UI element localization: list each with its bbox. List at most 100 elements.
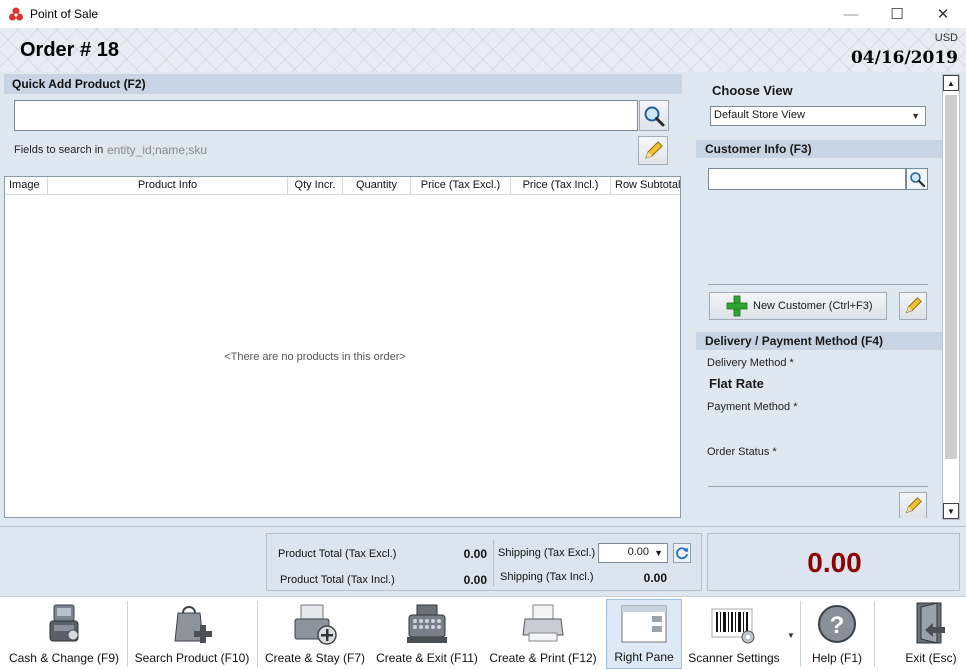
new-customer-button[interactable]: New Customer (Ctrl+F3) <box>709 292 887 320</box>
toolbar-separator <box>874 601 875 667</box>
customer-info-heading: Customer Info (F3) <box>696 140 942 158</box>
order-header: Order # 18 USD 04/16/2019 <box>0 28 966 72</box>
scanner-settings-dropdown-icon[interactable]: ▼ <box>787 631 795 640</box>
column-header[interactable]: Qty Incr. <box>288 177 343 194</box>
currency-label: USD <box>934 32 958 44</box>
barcode-icon <box>711 608 755 644</box>
shipping-excl-select[interactable]: 0.00 ▼ <box>598 543 668 563</box>
minimize-button[interactable]: — <box>828 0 874 28</box>
create-exit-label: Create & Exit (F11) <box>376 651 478 665</box>
shipping-excl-label: Shipping (Tax Excl.) <box>498 547 596 559</box>
order-date: 04/16/2019 <box>850 48 958 68</box>
product-total-excl-label: Product Total (Tax Excl.) <box>278 548 397 560</box>
fields-to-search-label: Fields to search in <box>14 144 104 156</box>
refresh-shipping-button[interactable] <box>673 543 691 563</box>
chevron-down-icon: ▼ <box>911 111 920 121</box>
edit-delivery-button[interactable] <box>899 492 927 518</box>
refresh-icon <box>676 547 688 560</box>
empty-grid-message: <There are no products in this order> <box>224 351 406 363</box>
grand-total-box: 0.00 <box>707 533 960 591</box>
delivery-payment-heading: Delivery / Payment Method (F4) <box>696 332 942 350</box>
order-title: Order # 18 <box>20 39 119 61</box>
cash-register-icon <box>407 604 447 643</box>
grand-total: 0.00 <box>807 547 862 578</box>
help-icon: ? <box>818 605 856 643</box>
column-header[interactable]: Image <box>5 177 48 194</box>
divider <box>708 486 928 487</box>
shipping-incl-value: 0.00 <box>643 571 667 585</box>
product-search-button[interactable] <box>639 100 669 131</box>
right-pane-scrollbar[interactable]: ▲ ▼ <box>942 74 960 520</box>
search-product-button[interactable]: Search Product (F10) <box>130 599 254 669</box>
scroll-down-arrow[interactable]: ▼ <box>943 503 959 519</box>
app-icon <box>9 7 23 21</box>
column-header[interactable]: Product Info <box>48 177 288 194</box>
column-header[interactable]: Quantity <box>343 177 411 194</box>
divider <box>493 540 494 586</box>
column-header[interactable]: Row Subtotal <box>611 177 680 194</box>
toolbar-separator <box>800 601 801 667</box>
product-search-input[interactable] <box>14 100 638 131</box>
pencil-icon <box>905 497 922 514</box>
column-header[interactable]: Price (Tax Incl.) <box>511 177 611 194</box>
exit-door-icon <box>916 602 945 644</box>
choose-view-label: Choose View <box>712 83 793 98</box>
right-pane: Choose View Default Store View ▼ Custome… <box>696 76 942 518</box>
shipping-incl-label: Shipping (Tax Incl.) <box>500 571 594 583</box>
maximize-button[interactable]: ☐ <box>874 0 920 28</box>
title-bar: Point of Sale — ☐ ✕ <box>0 0 966 28</box>
grid-header: Image Product Info Qty Incr. Quantity Pr… <box>5 177 680 195</box>
scroll-up-arrow[interactable]: ▲ <box>943 75 959 91</box>
left-pane: Quick Add Product (F2) Fields to search … <box>4 74 682 518</box>
store-view-value: Default Store View <box>714 109 805 121</box>
exit-label: Exit (Esc) <box>905 651 957 665</box>
bottom-toolbar: Cash & Change (F9) Search Product (F10) … <box>0 596 966 670</box>
customer-search-input[interactable] <box>708 168 906 190</box>
scanner-settings-button[interactable]: Scanner Settings <box>684 599 784 669</box>
shipping-excl-value: 0.00 <box>627 546 649 558</box>
create-stay-label: Create & Stay (F7) <box>264 651 366 665</box>
delivery-method-label: Delivery Method * <box>707 357 794 369</box>
edit-search-fields-button[interactable] <box>638 136 668 165</box>
store-view-select[interactable]: Default Store View ▼ <box>710 106 926 126</box>
plus-icon <box>726 295 748 317</box>
fields-to-search-value: entity_id;name;sku <box>107 143 208 157</box>
search-product-label: Search Product (F10) <box>134 651 250 665</box>
search-icon <box>644 106 665 126</box>
toolbar-separator <box>257 601 258 667</box>
totals-area: Product Total (Tax Excl.) 0.00 Product T… <box>0 526 966 596</box>
product-total-excl-value: 0.00 <box>463 547 487 561</box>
right-pane-icon <box>621 605 667 643</box>
delivery-method-value[interactable]: Flat Rate <box>709 376 764 391</box>
totals-box: Product Total (Tax Excl.) 0.00 Product T… <box>266 533 702 591</box>
payment-method-label: Payment Method * <box>707 401 798 413</box>
exit-button[interactable]: Exit (Esc) <box>900 599 962 669</box>
cash-change-button[interactable]: Cash & Change (F9) <box>4 599 124 669</box>
right-pane-toggle-button[interactable]: Right Pane <box>606 599 682 669</box>
order-status-label: Order Status * <box>707 446 777 458</box>
create-print-button[interactable]: Create & Print (F12) <box>486 599 600 669</box>
help-label: Help (F1) <box>811 651 862 665</box>
scanner-settings-label: Scanner Settings <box>688 651 780 665</box>
close-button[interactable]: ✕ <box>920 0 966 28</box>
cash-register-icon <box>49 604 79 642</box>
product-total-incl-label: Product Total (Tax Incl.) <box>280 574 395 586</box>
toolbar-separator <box>127 601 128 667</box>
chevron-down-icon: ▼ <box>654 548 663 558</box>
help-button[interactable]: ? Help (F1) <box>804 599 870 669</box>
column-header[interactable]: Price (Tax Excl.) <box>411 177 511 194</box>
shopping-bag-plus-icon <box>174 606 212 643</box>
edit-customer-button[interactable] <box>899 292 927 320</box>
quick-add-heading: Quick Add Product (F2) <box>4 74 682 94</box>
new-customer-label: New Customer (Ctrl+F3) <box>753 300 873 312</box>
window-title: Point of Sale <box>30 7 99 21</box>
customer-search-button[interactable] <box>906 168 928 190</box>
right-pane-label: Right Pane <box>614 650 674 664</box>
scroll-thumb[interactable] <box>945 95 957 459</box>
create-exit-button[interactable]: Create & Exit (F11) <box>372 599 482 669</box>
main-area: Quick Add Product (F2) Fields to search … <box>0 72 966 526</box>
create-stay-button[interactable]: Create & Stay (F7) <box>260 599 370 669</box>
divider <box>708 284 928 285</box>
cash-change-label: Cash & Change (F9) <box>8 651 120 665</box>
pencil-icon <box>645 140 663 159</box>
